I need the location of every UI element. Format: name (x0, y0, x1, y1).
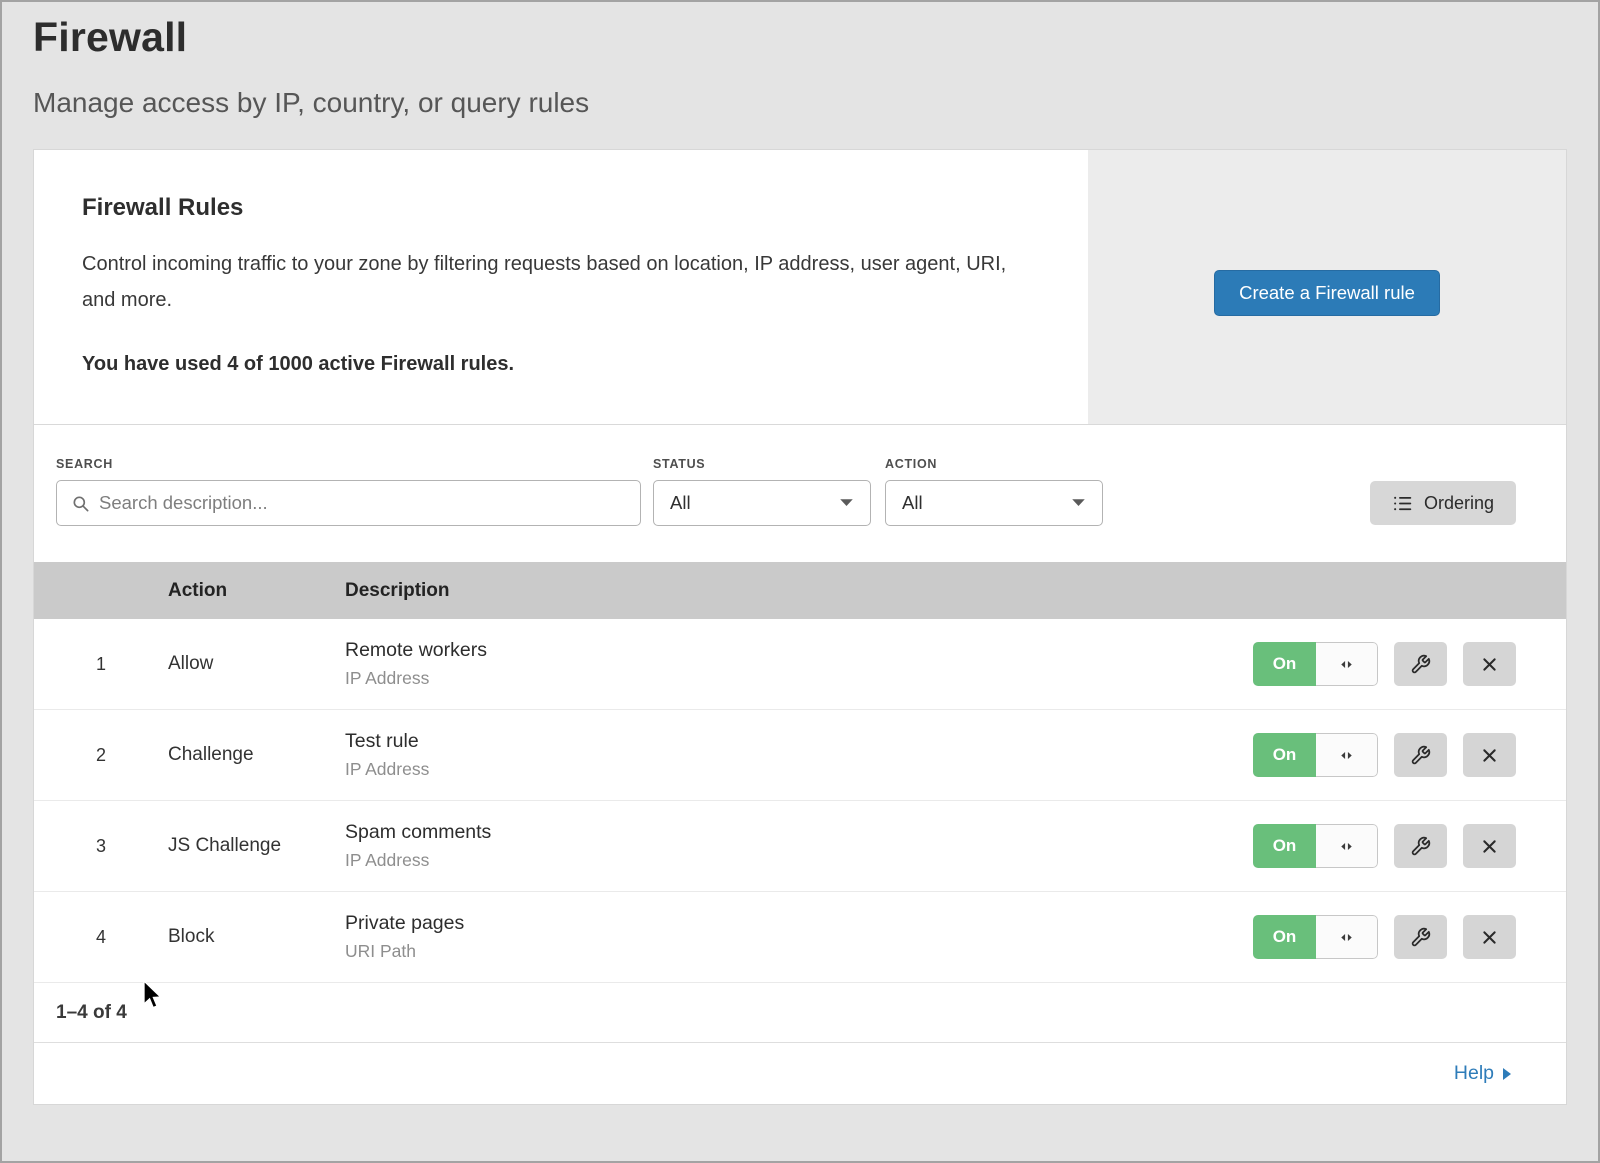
help-row: Help (34, 1043, 1566, 1104)
rule-description: Private pages (345, 912, 1253, 935)
intro-text-block: Firewall Rules Control incoming traffic … (34, 150, 1088, 424)
action-filter-select[interactable]: All (885, 480, 1103, 526)
intro-action-panel: Create a Firewall rule (1088, 150, 1566, 424)
edit-rule-button[interactable] (1394, 824, 1447, 868)
description-column-header: Description (345, 580, 1516, 602)
rule-description: Spam comments (345, 821, 1253, 844)
toggle-handle-icon[interactable] (1316, 915, 1378, 959)
firewall-rules-card: Firewall Rules Control incoming traffic … (33, 149, 1567, 1105)
wrench-icon (1410, 836, 1431, 857)
status-filter-group: STATUS All (653, 457, 871, 526)
search-filter-group: SEARCH (56, 457, 641, 526)
triangle-right-icon (1502, 1067, 1512, 1081)
toggle-on-label[interactable]: On (1253, 642, 1316, 686)
rule-priority: 1 (34, 654, 168, 675)
delete-rule-button[interactable] (1463, 733, 1516, 777)
wrench-icon (1410, 745, 1431, 766)
action-selected-value: All (902, 492, 923, 514)
action-label: ACTION (885, 457, 1103, 471)
rule-priority: 4 (34, 927, 168, 948)
edit-rule-button[interactable] (1394, 733, 1447, 777)
delete-rule-button[interactable] (1463, 915, 1516, 959)
rule-priority: 2 (34, 745, 168, 766)
rule-match-type: IP Address (345, 850, 1253, 871)
delete-rule-button[interactable] (1463, 824, 1516, 868)
rules-usage-text: You have used 4 of 1000 active Firewall … (82, 353, 1038, 376)
rule-match-type: IP Address (345, 759, 1253, 780)
intro-section: Firewall Rules Control incoming traffic … (34, 150, 1566, 425)
rule-controls: On (1253, 733, 1516, 777)
edit-rule-button[interactable] (1394, 915, 1447, 959)
action-filter-group: ACTION All (885, 457, 1103, 526)
rule-enabled-toggle[interactable]: On (1253, 733, 1378, 777)
toggle-on-label[interactable]: On (1253, 824, 1316, 868)
rule-match-type: IP Address (345, 668, 1253, 689)
rule-description-cell: Private pages URI Path (345, 912, 1253, 962)
help-link[interactable]: Help (1454, 1062, 1512, 1085)
delete-rule-button[interactable] (1463, 642, 1516, 686)
toggle-handle-icon[interactable] (1316, 824, 1378, 868)
ordering-button[interactable]: Ordering (1370, 481, 1516, 525)
rule-action: Block (168, 926, 345, 948)
close-icon (1480, 655, 1499, 674)
rule-description-cell: Remote workers IP Address (345, 639, 1253, 689)
page-title: Firewall (33, 14, 1567, 61)
rule-description: Remote workers (345, 639, 1253, 662)
rule-controls: On (1253, 915, 1516, 959)
rule-description: Test rule (345, 730, 1253, 753)
help-link-label: Help (1454, 1062, 1494, 1085)
rule-action: Allow (168, 653, 345, 675)
create-firewall-rule-button[interactable]: Create a Firewall rule (1214, 270, 1440, 316)
table-header: Action Description (34, 562, 1566, 619)
rule-controls: On (1253, 824, 1516, 868)
table-row: 3 JS Challenge Spam comments IP Address … (34, 801, 1566, 892)
toggle-on-label[interactable]: On (1253, 733, 1316, 777)
pagination-status: 1–4 of 4 (34, 983, 1566, 1043)
chevron-down-icon (839, 498, 854, 508)
card-description: Control incoming traffic to your zone by… (82, 246, 1027, 318)
status-filter-select[interactable]: All (653, 480, 871, 526)
rule-controls: On (1253, 642, 1516, 686)
search-input[interactable] (99, 492, 626, 514)
close-icon (1480, 837, 1499, 856)
table-row: 1 Allow Remote workers IP Address On (34, 619, 1566, 710)
close-icon (1480, 746, 1499, 765)
rule-priority: 3 (34, 836, 168, 857)
rule-enabled-toggle[interactable]: On (1253, 915, 1378, 959)
wrench-icon (1410, 654, 1431, 675)
rule-action: JS Challenge (168, 835, 345, 857)
close-icon (1480, 928, 1499, 947)
wrench-icon (1410, 927, 1431, 948)
toggle-on-label[interactable]: On (1253, 915, 1316, 959)
table-row: 2 Challenge Test rule IP Address On (34, 710, 1566, 801)
edit-rule-button[interactable] (1394, 642, 1447, 686)
ordering-button-label: Ordering (1424, 493, 1494, 514)
search-label: SEARCH (56, 457, 641, 471)
table-row: 4 Block Private pages URI Path On (34, 892, 1566, 983)
action-column-header: Action (168, 580, 345, 602)
page-subtitle: Manage access by IP, country, or query r… (33, 87, 1567, 119)
chevron-down-icon (1071, 498, 1086, 508)
status-label: STATUS (653, 457, 871, 471)
rule-action: Challenge (168, 744, 345, 766)
toggle-handle-icon[interactable] (1316, 733, 1378, 777)
toggle-handle-icon[interactable] (1316, 642, 1378, 686)
rule-description-cell: Spam comments IP Address (345, 821, 1253, 871)
status-selected-value: All (670, 492, 691, 514)
card-heading: Firewall Rules (82, 194, 1038, 222)
rule-enabled-toggle[interactable]: On (1253, 642, 1378, 686)
rule-enabled-toggle[interactable]: On (1253, 824, 1378, 868)
list-ordering-icon (1392, 493, 1413, 514)
rule-match-type: URI Path (345, 941, 1253, 962)
rule-description-cell: Test rule IP Address (345, 730, 1253, 780)
search-icon (71, 494, 90, 513)
search-box[interactable] (56, 480, 641, 526)
firewall-page: Firewall Manage access by IP, country, o… (0, 0, 1600, 1105)
filter-bar: SEARCH STATUS All ACTION (34, 425, 1566, 562)
